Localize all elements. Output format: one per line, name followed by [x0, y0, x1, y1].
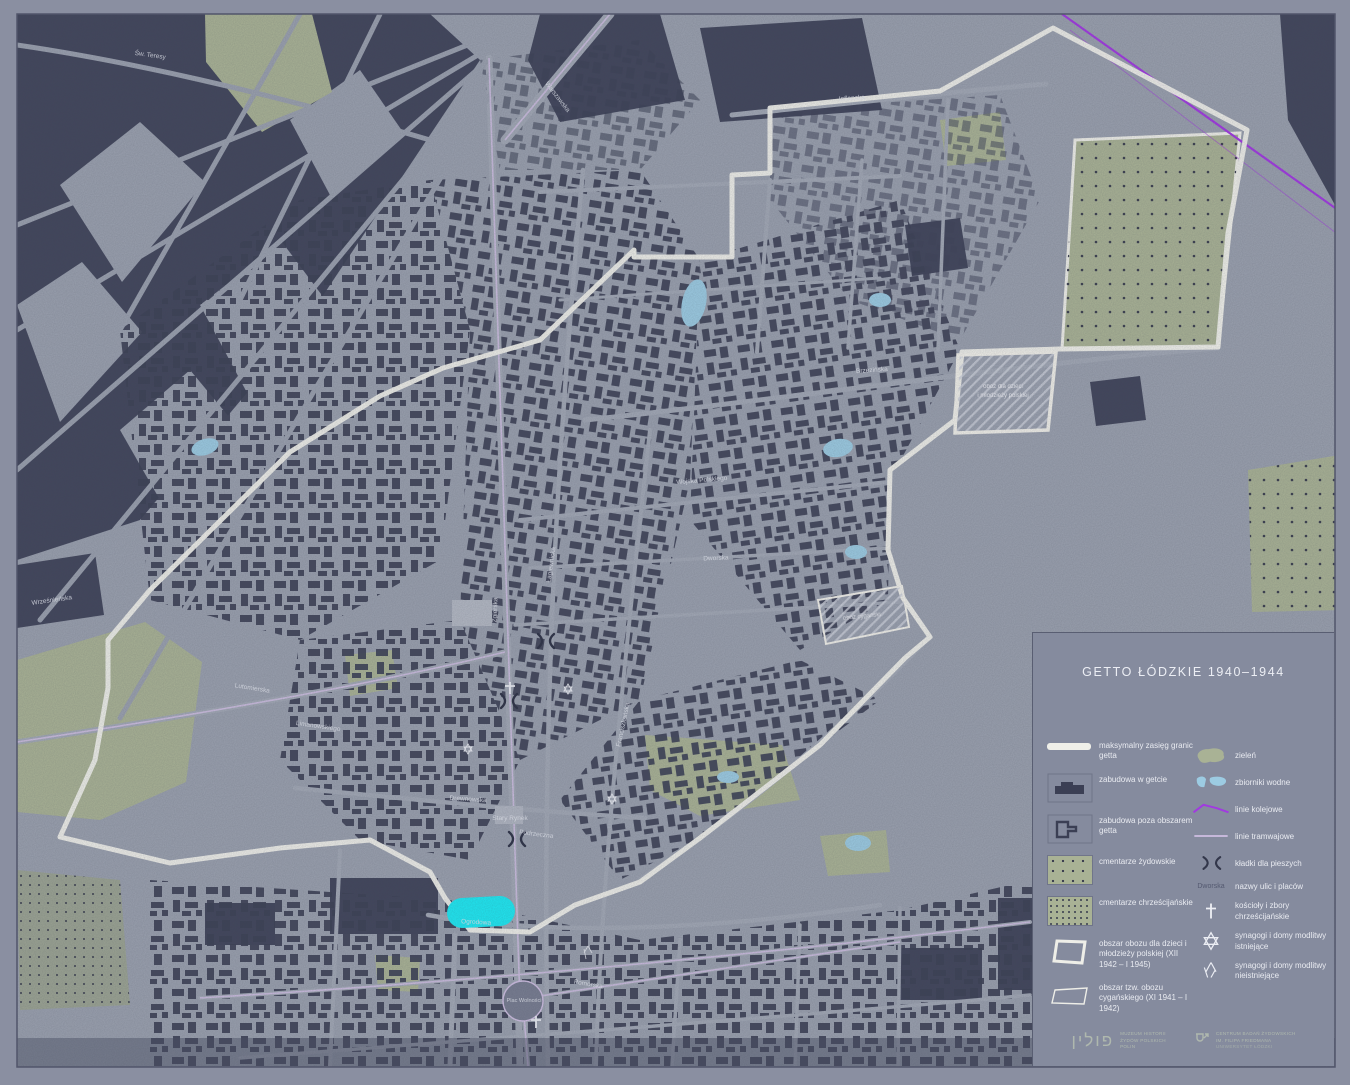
- tram-line-swatch: [1187, 826, 1235, 846]
- church-cross-icon: [1187, 901, 1235, 921]
- legend-item-label: linie kolejowe: [1235, 804, 1283, 814]
- legend-item: cmentarze żydowskie: [1047, 854, 1197, 885]
- legend-item: zieleń: [1187, 745, 1333, 765]
- polin-glyphs: פולין: [1071, 1030, 1115, 1050]
- greenery-swatch: [1187, 745, 1235, 765]
- legend-item-label: nazwy ulic i placów: [1235, 882, 1304, 891]
- map-title: GETTO ŁÓDZKIE 1940–1944: [1082, 665, 1285, 679]
- legend-column-1: maksymalny zasięg granic getta zabudowa w…: [1047, 739, 1197, 1025]
- jewish-cemetery-swatch: [1047, 854, 1099, 885]
- legend-item-label: synagogi i domy modlitwy istniejące: [1235, 931, 1327, 951]
- railway-line-swatch: [1187, 799, 1235, 819]
- footbridge-icon: [1187, 853, 1235, 873]
- legend-item-label: maksymalny zasięg granic getta: [1099, 741, 1193, 761]
- legend-item: synagogi i domy modlitwy istniejące: [1187, 929, 1333, 952]
- cbz-logo-line: IM. FILIPA FRIEDMANA: [1215, 1037, 1272, 1043]
- legend-item-label: kładki dla pieszych: [1235, 858, 1302, 868]
- christian-cemetery-swatch: [1047, 895, 1099, 926]
- publisher-logos: פולין MUZEUM HISTORII ŻYDÓW POLSKICH POL…: [1033, 1031, 1334, 1050]
- legend-item: linie kolejowe: [1187, 799, 1333, 819]
- legend-item: synagogi i domy modlitwy nieistniejące: [1187, 959, 1333, 982]
- legend-item: obszar obozu dla dzieci i młodzieży pols…: [1047, 937, 1197, 970]
- legend-item: cmentarze chrześcijańskie: [1047, 895, 1197, 926]
- children-camp-swatch: [1047, 937, 1099, 967]
- legend-item-label: zieleń: [1235, 750, 1256, 760]
- legend-item: zabudowa w getcie: [1047, 773, 1197, 803]
- legend-item-label: zabudowa poza obszarem getta: [1099, 815, 1193, 836]
- legend-item: linie tramwajowe: [1187, 826, 1333, 846]
- map-poster: Św. Teresy Wrześnieńska Lutomierska Lima…: [0, 0, 1350, 1085]
- legend-panel: GETTO ŁÓDZKIE 1940–1944 maksymalny zasię…: [1032, 632, 1334, 1066]
- street-name-sample-text: Dworska: [1197, 882, 1225, 890]
- building-outside-swatch: [1047, 814, 1099, 844]
- legend-item: kościoły i zbory chrześcijańskie: [1187, 899, 1333, 922]
- polin-logo-line: ŻYDÓW POLSKICH: [1120, 1037, 1166, 1043]
- legend-item-label: obszar tzw. obozu cygańskiego (XI 1941 –…: [1099, 982, 1188, 1013]
- cbz-logo: CENTRUM BADAŃ ŻYDOWSKICH IM. FILIPA FRIE…: [1194, 1031, 1296, 1050]
- legend-item-label: obszar obozu dla dzieci i młodzieży pols…: [1099, 938, 1187, 969]
- legend-item-label: zbiorniki wodne: [1235, 777, 1291, 787]
- legend-column-2: zieleń zbiorniki wodne linie kolejowe linie…: [1187, 745, 1333, 989]
- star-of-david-icon: [1187, 930, 1235, 951]
- legend-item-label: zabudowa w getcie: [1099, 774, 1168, 784]
- polin-logo-line: POLIN: [1120, 1044, 1136, 1050]
- legend-item: maksymalny zasięg granic getta: [1047, 739, 1197, 762]
- polin-logo-line: MUZEUM HISTORII: [1120, 1030, 1166, 1036]
- legend-item: zbiorniki wodne: [1187, 772, 1333, 792]
- legend-item: Dworska nazwy ulic i placów: [1187, 880, 1333, 892]
- street-name-sample: Dworska: [1187, 883, 1235, 890]
- polin-logo: פולין MUZEUM HISTORII ŻYDÓW POLSKICH POL…: [1071, 1031, 1165, 1050]
- legend-item: zabudowa poza obszarem getta: [1047, 814, 1197, 844]
- university-mark-icon: [1195, 1033, 1209, 1043]
- legend-item-label: synagogi i domy modlitwy nieistniejące: [1235, 960, 1327, 981]
- legend-item-label: linie tramwajowe: [1235, 831, 1295, 841]
- legend-item: kładki dla pieszych: [1187, 853, 1333, 873]
- legend-item: obszar tzw. obozu cygańskiego (XI 1941 –…: [1047, 981, 1197, 1014]
- gypsy-camp-swatch: [1047, 981, 1099, 1011]
- legend-item-label: cmentarze żydowskie: [1099, 856, 1176, 866]
- water-swatch: [1187, 772, 1235, 792]
- ghetto-boundary-swatch: [1047, 739, 1099, 750]
- cbz-logo-line: CENTRUM BADAŃ ŻYDOWSKICH: [1215, 1030, 1296, 1036]
- building-in-ghetto-swatch: [1047, 773, 1099, 803]
- broken-star-icon: [1187, 960, 1235, 980]
- legend-item-label: kościoły i zbory chrześcijańskie: [1235, 901, 1290, 921]
- cbz-logo-line: UNIWERSYTET ŁÓDZKI: [1215, 1044, 1273, 1050]
- legend-item-label: cmentarze chrześcijańskie: [1099, 897, 1193, 907]
